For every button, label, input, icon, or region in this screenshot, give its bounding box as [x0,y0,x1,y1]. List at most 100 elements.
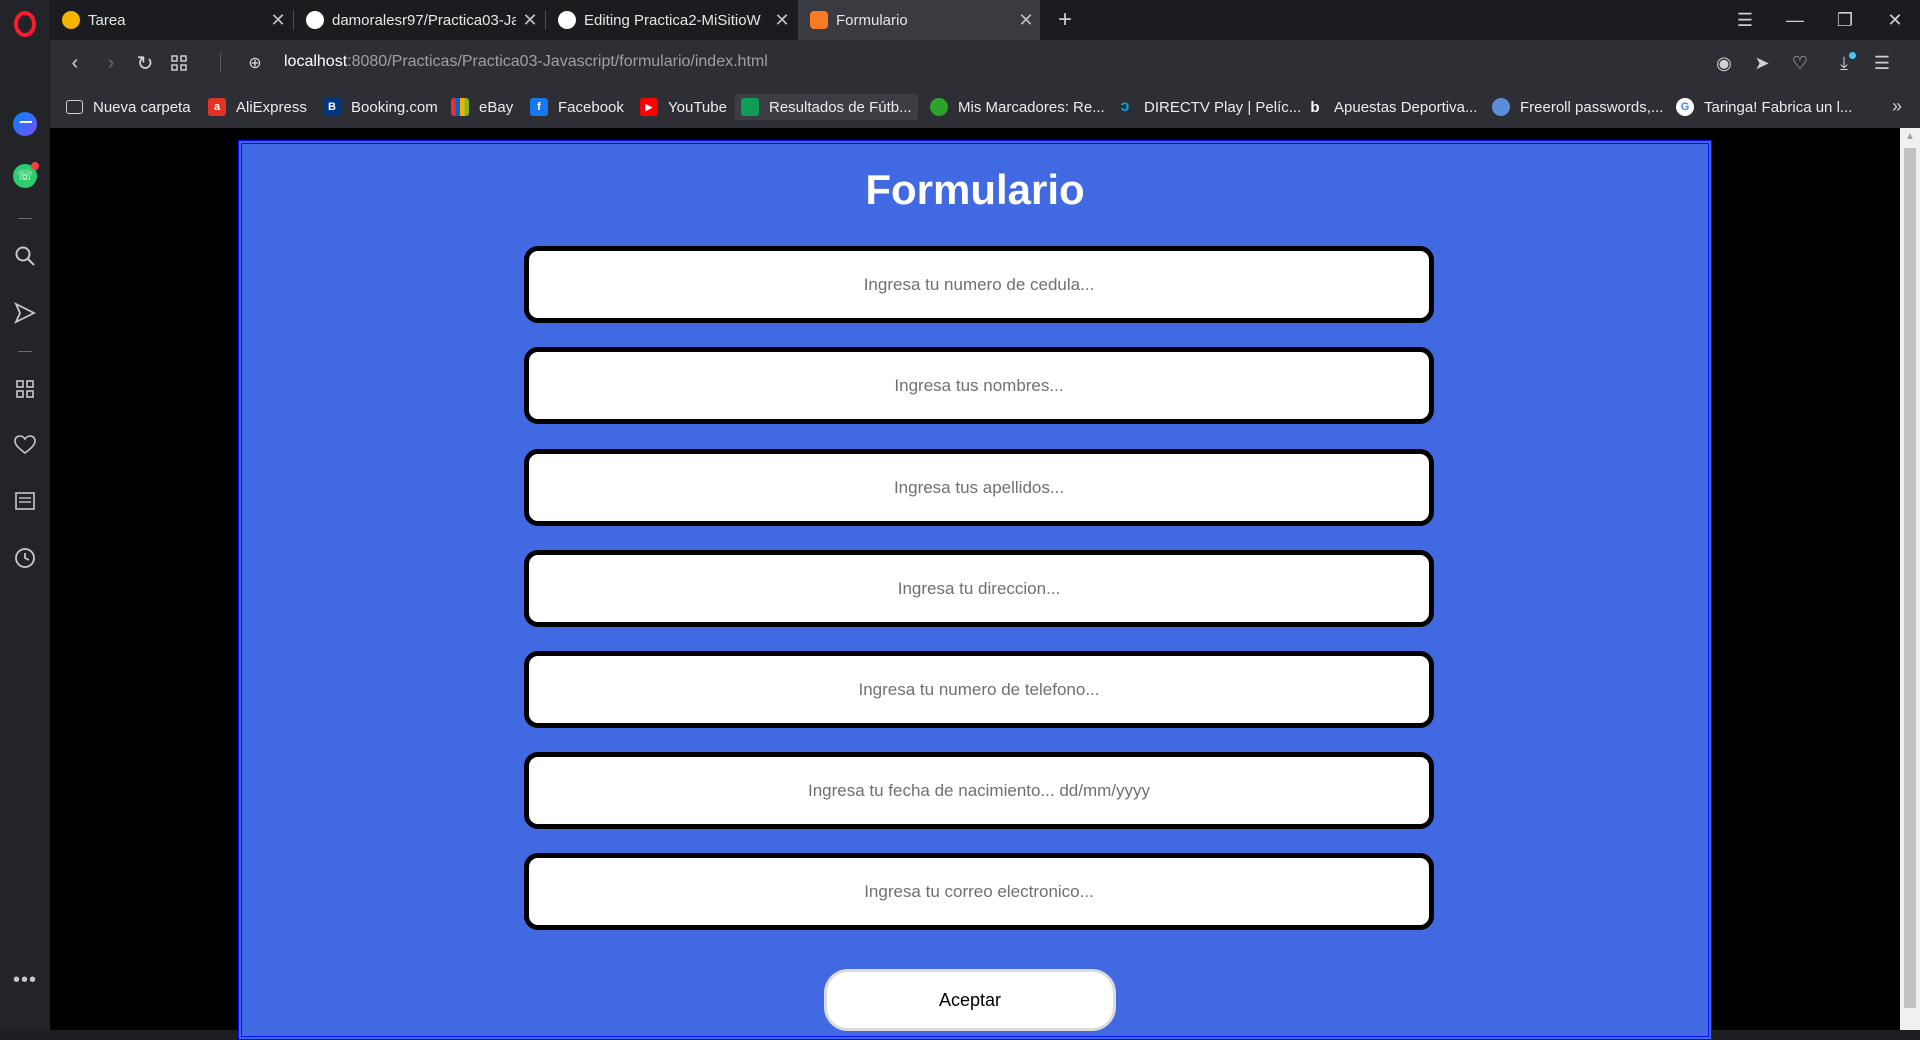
bookmark-label: Resultados de Fútb... [769,98,912,116]
new-tab-button[interactable]: + [1050,6,1080,34]
tab-github-practica03[interactable]: damoralesr97/Practica03-Ja ✕ [294,0,544,40]
close-window-button[interactable]: ✕ [1870,0,1920,40]
bookmark-resultados-futbol[interactable]: Resultados de Fútb... [735,94,918,120]
download-badge [1849,52,1856,59]
opera-menu-button[interactable] [0,4,50,44]
snapshot-button[interactable]: ◉ [1706,48,1742,78]
nombres-input[interactable] [524,347,1434,424]
directv-icon: ↄ [1120,98,1130,115]
marcadores-icon [930,98,948,116]
tab-formulario[interactable]: Formulario ✕ [798,0,1040,40]
restore-icon: ❐ [1836,9,1854,30]
forward-button[interactable]: › [96,48,126,78]
send-icon [14,302,36,324]
bookmark-directv[interactable]: ↄ DIRECTV Play | Pelíc... [1116,94,1302,120]
form-panel: Formulario Aceptar [238,140,1712,1040]
send-button[interactable]: ➤ [1744,48,1780,78]
bookmark-nueva-carpeta[interactable]: Nueva carpeta [66,94,191,120]
messenger-button[interactable] [0,104,50,144]
bookmark-page-button[interactable]: ♡ [1782,48,1818,78]
news-button[interactable] [0,481,50,521]
sidebar-more-button[interactable]: ••• [0,960,50,1000]
news-icon [15,492,35,510]
plus-icon: + [1057,6,1072,33]
tab-tarea[interactable]: Tarea ✕ [50,0,292,40]
fecha-nacimiento-input[interactable] [524,752,1434,829]
bookmark-youtube[interactable]: ▶ YouTube [640,94,727,120]
booking-icon: B [323,98,341,116]
speed-dial-button[interactable] [0,369,50,409]
back-button[interactable]: ‹ [60,48,90,78]
ebay-icon [451,98,469,116]
apellidos-input[interactable] [524,449,1434,526]
reload-button[interactable]: ↻ [130,48,160,78]
bet-icon: b [1310,98,1320,116]
bookmark-label: Freeroll passwords,... [1520,98,1664,116]
messenger-icon [13,112,37,136]
downloads-button[interactable]: ⤓ [1826,48,1862,78]
ellipsis-icon: ••• [12,968,37,991]
aliexpress-icon: a [208,98,226,116]
correo-input[interactable] [524,853,1434,930]
minimize-button[interactable]: — [1770,0,1820,40]
restore-button[interactable]: ❐ [1820,0,1870,40]
tab-title: Tarea [88,11,126,29]
bookmark-aliexpress[interactable]: a AliExpress [208,94,307,120]
tab-title: damoralesr97/Practica03-Ja [332,11,516,29]
bookmark-ebay[interactable]: eBay [451,94,513,120]
send-icon: ➤ [1754,52,1770,73]
close-icon[interactable]: ✕ [768,10,796,31]
aceptar-button[interactable]: Aceptar [824,969,1116,1031]
tab-title: Formulario [836,11,908,29]
close-icon[interactable]: ✕ [264,10,292,31]
close-icon[interactable]: ✕ [1012,10,1040,31]
search-button[interactable] [0,236,50,276]
tab-github-editing[interactable]: Editing Practica2-MiSitioW ✕ [546,0,796,40]
bookmark-taringa[interactable]: G Taringa! Fabrica un l... [1676,94,1852,120]
tab-menu-button[interactable]: ☰ [1720,0,1770,40]
address-divider [220,53,221,73]
search-icon [15,246,35,266]
scroll-up-arrow-icon[interactable]: ▲ [1900,128,1920,146]
easy-setup-button[interactable]: ☰ [1864,48,1900,78]
whatsapp-button[interactable]: ☏ [0,156,50,196]
url-path: :8080/Practicas/Practica03-Javascript/fo… [347,53,768,70]
page-title: Formulario [865,166,1085,213]
site-info-button[interactable]: ⊕ [240,48,270,78]
vertical-scrollbar[interactable]: ▲ [1900,128,1920,1030]
cedula-input[interactable] [524,246,1434,323]
bookmark-label: Taringa! Fabrica un l... [1704,98,1853,116]
chevron-left-icon: ‹ [71,51,79,74]
bookmark-freeroll[interactable]: Freeroll passwords,... [1492,94,1663,120]
bookmark-mis-marcadores[interactable]: Mis Marcadores: Re... [930,94,1105,120]
address-bar: ‹ › ↻ ⊕ localhost:8080/Practicas/Practic… [50,40,1920,86]
bookmark-label: Booking.com [351,98,438,116]
url-field[interactable]: localhost:8080/Practicas/Practica03-Java… [284,53,768,71]
history-button[interactable] [0,538,50,578]
github-icon [306,11,324,29]
bookmark-label: YouTube [668,98,727,116]
minimize-icon: — [1786,9,1804,30]
bookmark-booking[interactable]: B Booking.com [323,94,438,120]
github-icon [558,11,576,29]
sheets-icon [741,98,759,116]
bookmarks-button[interactable] [0,425,50,465]
opera-logo-icon [14,11,36,37]
download-icon: ⤓ [1840,52,1848,73]
direccion-input[interactable] [524,550,1434,627]
bookmark-apuestas[interactable]: b Apuestas Deportiva... [1306,94,1477,120]
telefono-input[interactable] [524,651,1434,728]
globe-icon: ⊕ [248,55,262,72]
scroll-thumb[interactable] [1904,148,1916,1008]
page-viewport: Formulario Aceptar [50,128,1900,1040]
bookmark-facebook[interactable]: f Facebook [530,94,624,120]
google-icon: G [1676,98,1694,116]
tabs-overview-button[interactable] [164,48,194,78]
clock-icon [15,548,35,568]
more-bookmarks-button[interactable]: » [1892,96,1902,117]
xampp-icon [810,11,828,29]
close-icon[interactable]: ✕ [516,10,544,31]
folder-icon [66,100,83,114]
flow-button[interactable] [0,293,50,333]
whatsapp-icon: ☏ [13,162,39,188]
